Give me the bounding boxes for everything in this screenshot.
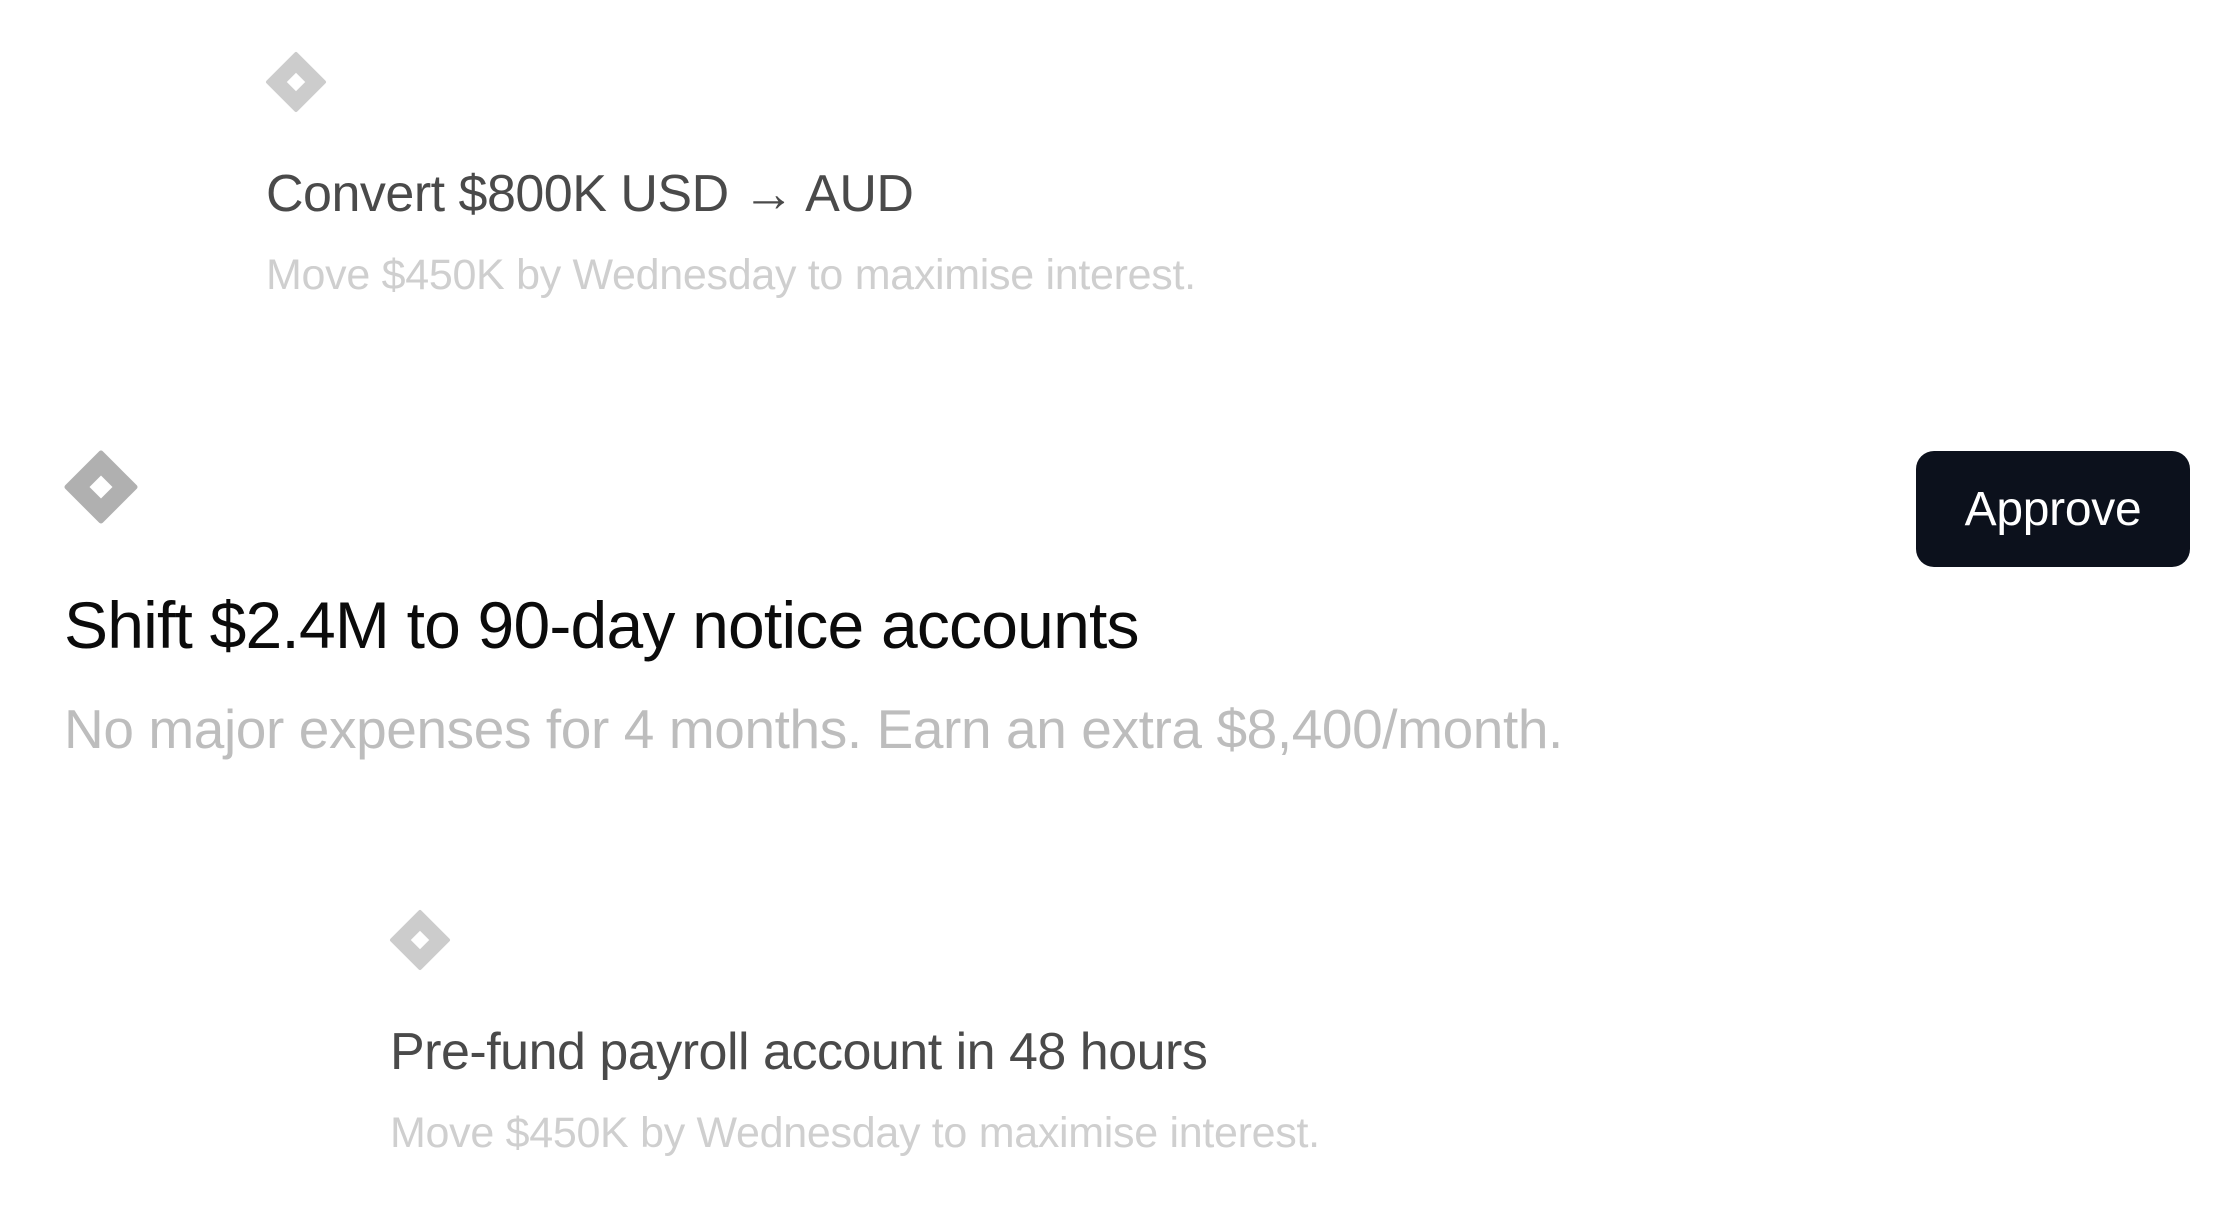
card-title: Pre-fund payroll account in 48 hours	[390, 1023, 1208, 1081]
card-subtitle: No major expenses for 4 months. Earn an …	[64, 698, 1563, 760]
card-subtitle: Move $450K by Wednesday to maximise inte…	[390, 1109, 1320, 1157]
approve-button[interactable]: Approve	[1916, 451, 2190, 567]
card-subtitle: Move $450K by Wednesday to maximise inte…	[266, 251, 1196, 299]
diamond-ring-icon	[390, 910, 450, 970]
diamond-ring-icon	[64, 450, 138, 524]
card-title: Convert $800K USD → AUD	[266, 165, 914, 223]
diamond-ring-icon	[266, 52, 326, 112]
card-title: Shift $2.4M to 90-day notice accounts	[64, 588, 1140, 662]
